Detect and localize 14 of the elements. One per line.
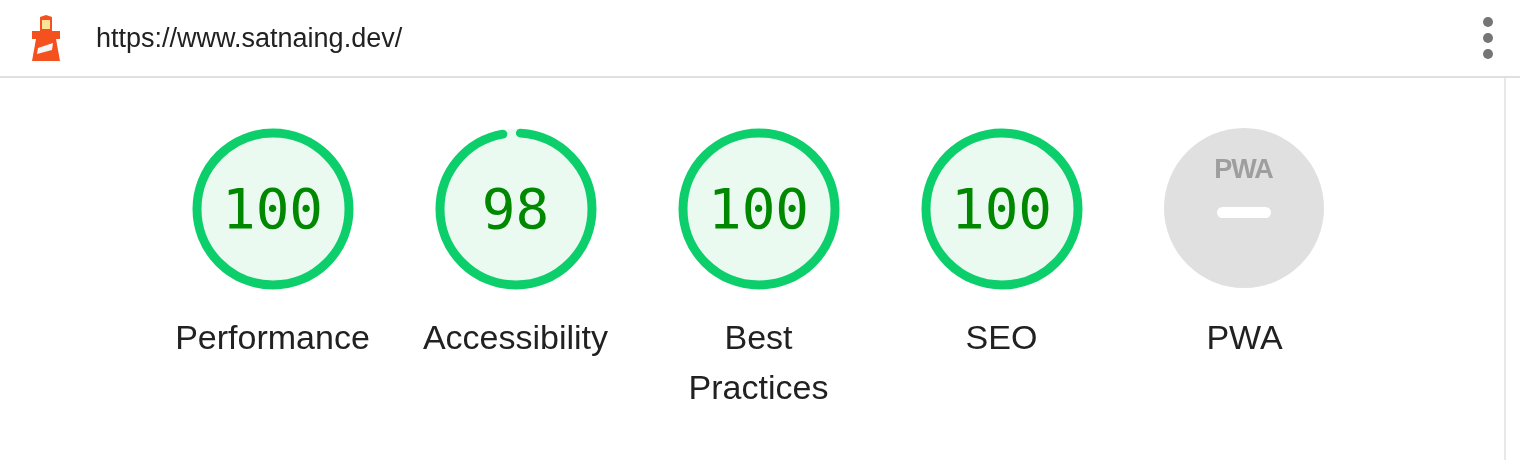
category-label: Accessibility (421, 317, 610, 358)
category-label: Best Practices (687, 317, 830, 408)
score-value: 100 (707, 181, 810, 237)
lighthouse-icon (30, 15, 62, 61)
score-value: 100 (221, 181, 324, 237)
page-url: https://www.satnaing.dev/ (96, 21, 403, 55)
score-value: 100 (950, 181, 1053, 237)
score-value: 98 (481, 181, 550, 237)
category-label: Performance (174, 317, 371, 358)
category-label: SEO (964, 317, 1039, 358)
not-applicable-dash (1216, 207, 1271, 218)
pwa-logo-text: PWA (1214, 156, 1273, 183)
more-menu-icon[interactable] (1482, 16, 1494, 60)
category-label: PWA (1205, 317, 1284, 358)
